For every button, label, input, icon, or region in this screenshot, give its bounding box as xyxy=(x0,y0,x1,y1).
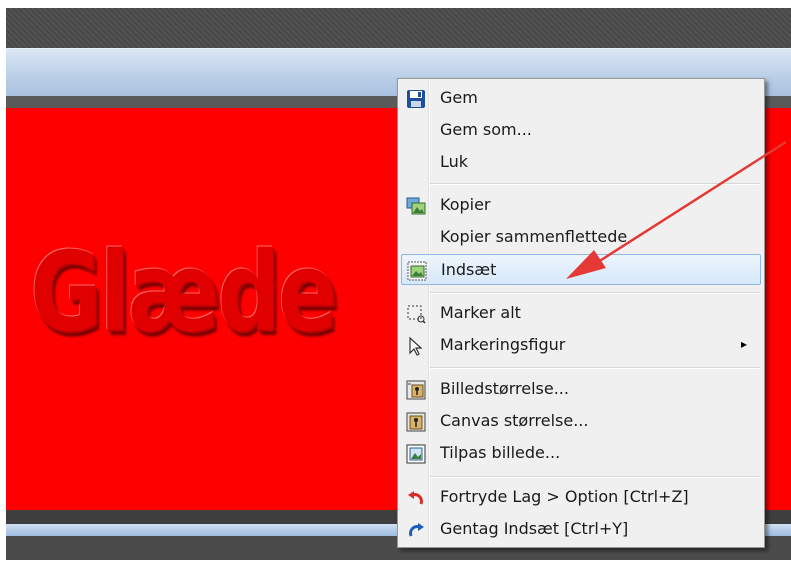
submenu-arrow-icon: ▸ xyxy=(740,337,747,351)
canvas-text: Glæde xyxy=(30,228,338,356)
menu-item-marker-alt[interactable]: Marker alt xyxy=(401,298,761,329)
copy-image-icon xyxy=(406,196,426,216)
menu-separator xyxy=(430,183,760,185)
menu-item-kopier[interactable]: Kopier xyxy=(401,190,761,221)
menu-item-label: Tilpas billede... xyxy=(440,443,561,462)
menu-item-label: Gentag Indsæt [Ctrl+Y] xyxy=(440,519,629,538)
cursor-arrow-icon xyxy=(406,336,426,356)
undo-icon xyxy=(406,488,426,508)
menu-item-label: Markeringsfigur xyxy=(440,335,566,354)
menu-item-label: Gem xyxy=(440,88,478,107)
redo-icon xyxy=(406,520,426,540)
menu-item-gem-som[interactable]: Gem som... xyxy=(401,115,761,146)
context-menu: Gem Gem som... Luk Kopier Kopier sammenf… xyxy=(397,78,765,548)
menu-item-kopier-sammenflettede[interactable]: Kopier sammenflettede xyxy=(401,222,761,253)
menu-item-label: Fortryde Lag > Option [Ctrl+Z] xyxy=(440,487,689,506)
image-size-icon xyxy=(406,380,426,400)
menu-item-tilpas-billede[interactable]: Tilpas billede... xyxy=(401,438,761,469)
floppy-disk-icon xyxy=(406,89,426,109)
menu-separator xyxy=(430,476,760,478)
canvas-size-icon xyxy=(406,412,426,432)
menu-item-label: Gem som... xyxy=(440,120,532,139)
menu-item-markeringsfigur[interactable]: Markeringsfigur ▸ xyxy=(401,330,761,361)
menu-item-indsaet[interactable]: Indsæt xyxy=(401,254,761,285)
menu-separator xyxy=(430,292,760,294)
fit-image-icon xyxy=(406,444,426,464)
menu-item-label: Billedstørrelse... xyxy=(440,379,569,398)
menu-item-gem[interactable]: Gem xyxy=(401,83,761,114)
menu-item-label: Kopier sammenflettede xyxy=(440,227,628,246)
menu-item-label: Kopier xyxy=(440,195,491,214)
menu-item-label: Luk xyxy=(440,152,469,171)
select-all-icon xyxy=(406,304,426,324)
menu-item-label: Marker alt xyxy=(440,303,521,322)
menu-item-canvas-storrelse[interactable]: Canvas størrelse... xyxy=(401,406,761,437)
menu-item-label: Indsæt xyxy=(441,260,497,279)
paste-image-icon xyxy=(407,261,427,281)
menu-item-gentag[interactable]: Gentag Indsæt [Ctrl+Y] xyxy=(401,514,761,545)
menu-separator xyxy=(430,367,760,369)
menu-item-luk[interactable]: Luk xyxy=(401,147,761,178)
menu-item-fortryde[interactable]: Fortryde Lag > Option [Ctrl+Z] xyxy=(401,482,761,513)
menu-item-label: Canvas størrelse... xyxy=(440,411,589,430)
menu-item-billedstorrelse[interactable]: Billedstørrelse... xyxy=(401,374,761,405)
